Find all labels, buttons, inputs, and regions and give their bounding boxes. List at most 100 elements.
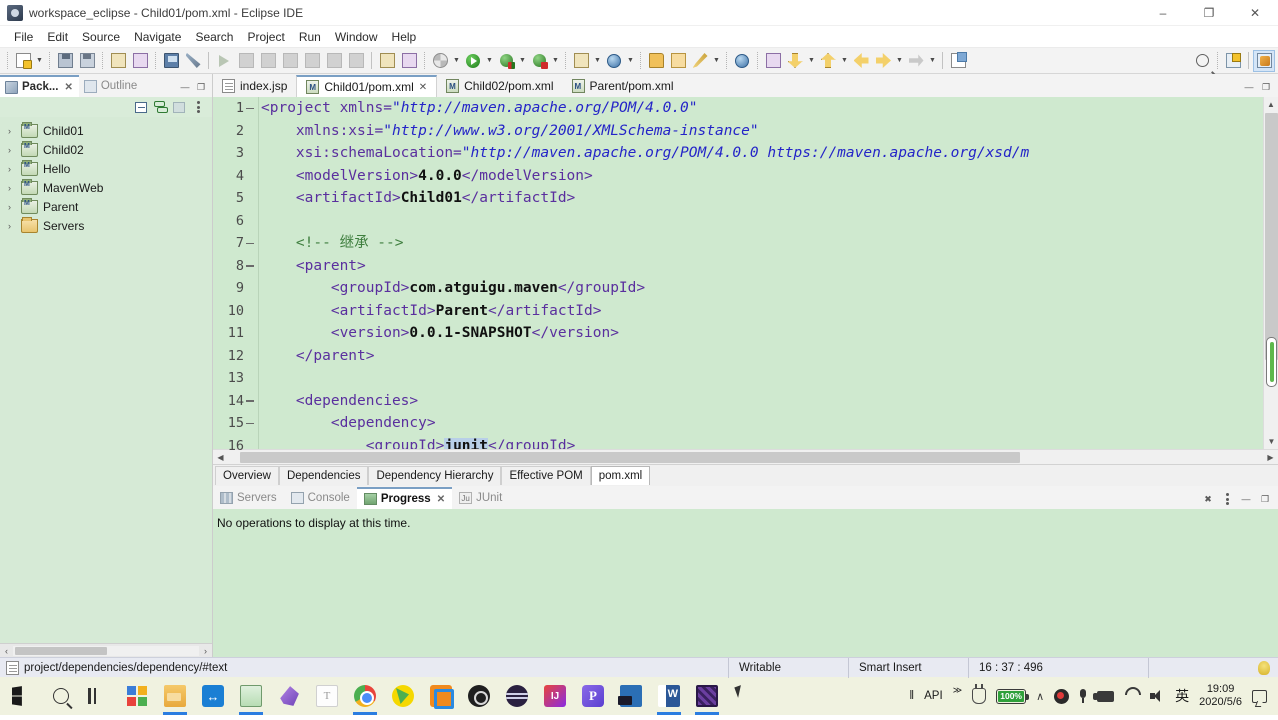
expand-arrow-icon[interactable]: › [8, 221, 21, 231]
open-console-button[interactable] [160, 50, 182, 72]
microphone-icon[interactable] [1074, 677, 1092, 715]
tab-progress[interactable]: Progress ✕ [356, 487, 453, 509]
wrench-button[interactable] [182, 50, 204, 72]
back-button[interactable] [872, 50, 894, 72]
fold-toggle-icon[interactable] [246, 419, 255, 428]
cancel-all-icon[interactable]: ✖ [1201, 492, 1215, 506]
fold-toggle-icon[interactable] [246, 239, 255, 248]
open-folder-button[interactable] [667, 50, 689, 72]
collapse-all-icon[interactable] [133, 99, 149, 115]
open-perspective-button[interactable] [1222, 50, 1244, 72]
tree-item-mavenweb[interactable]: › MavenWeb [0, 178, 212, 197]
close-icon[interactable]: ✕ [437, 494, 445, 505]
tab-junit[interactable]: Ju JUnit [452, 487, 509, 509]
view-options-icon[interactable] [190, 99, 206, 115]
edit-dropdown-arrow[interactable]: ▼ [711, 50, 722, 72]
scrollbar-track[interactable] [228, 450, 1263, 464]
expand-arrow-icon[interactable]: › [8, 202, 21, 212]
scrollbar-thumb[interactable] [240, 451, 1020, 463]
tray-overflow-icon[interactable]: ≫ [948, 677, 967, 715]
menu-project[interactable]: Project [240, 28, 291, 46]
forward-history-arrow[interactable]: ▼ [927, 50, 938, 72]
link-with-editor-icon[interactable] [152, 99, 168, 115]
volume-icon[interactable] [1145, 677, 1170, 715]
maximize-icon[interactable]: ❐ [194, 80, 208, 94]
open-perspective-dialog-button[interactable] [947, 50, 969, 72]
intellij-idea-button[interactable]: IJ [536, 677, 574, 715]
open-type-button[interactable] [762, 50, 784, 72]
menu-search[interactable]: Search [188, 28, 240, 46]
save-all-button[interactable] [76, 50, 98, 72]
toolbar-icon-gray2[interactable] [257, 50, 279, 72]
search-scoped-button[interactable] [603, 50, 625, 72]
maximize-button[interactable]: ❐ [1186, 0, 1232, 26]
minimize-icon[interactable]: — [178, 80, 192, 94]
debug-dropdown-arrow[interactable]: ▼ [517, 50, 528, 72]
tree-item-hello[interactable]: › Hello [0, 159, 212, 178]
toolbar-icon-gray5[interactable] [323, 50, 345, 72]
search-button[interactable] [42, 677, 80, 715]
pycharm-button[interactable]: P [574, 677, 612, 715]
editor-vertical-scrollbar[interactable]: ▲ ▼ [1263, 97, 1278, 449]
virtualbox-button[interactable] [612, 677, 650, 715]
view-menu-icon[interactable] [1220, 492, 1234, 506]
power-plug-icon[interactable] [967, 677, 991, 715]
tree-item-child01[interactable]: › Child01 [0, 121, 212, 140]
fold-toggle-icon[interactable] [246, 261, 255, 270]
navicat-button[interactable] [498, 677, 536, 715]
toolbar-icon-gray3[interactable] [279, 50, 301, 72]
new-dropdown-arrow[interactable]: ▼ [34, 50, 45, 72]
forward-button[interactable] [850, 50, 872, 72]
tree-item-parent[interactable]: › Parent [0, 197, 212, 216]
new-java-arrow[interactable]: ▼ [592, 50, 603, 72]
overview-ruler-marker[interactable] [1266, 337, 1277, 387]
tab-outline[interactable]: Outline [79, 75, 143, 97]
next-member-arrow[interactable]: ▼ [806, 50, 817, 72]
next-annotation-button[interactable] [376, 50, 398, 72]
camera-icon[interactable] [1092, 677, 1119, 715]
back-dropdown-arrow[interactable]: ▼ [894, 50, 905, 72]
package-explorer-horizontal-scrollbar[interactable]: ‹ › [0, 643, 212, 657]
external-tools-arrow[interactable]: ▼ [451, 50, 462, 72]
pom-tab-pom-xml[interactable]: pom.xml [590, 466, 651, 485]
editor-horizontal-scrollbar[interactable]: ◀ ▶ [213, 449, 1278, 464]
editor-tab-index-jsp[interactable]: index.jsp [213, 75, 296, 97]
tray-api-label[interactable]: API [919, 677, 948, 715]
chrome-button[interactable] [346, 677, 384, 715]
tab-console[interactable]: Console [284, 487, 357, 509]
coverage-button[interactable] [528, 50, 550, 72]
ime-indicator[interactable]: 英 [1170, 677, 1194, 715]
close-button[interactable]: ✕ [1232, 0, 1278, 26]
menu-navigate[interactable]: Navigate [127, 28, 188, 46]
expand-arrow-icon[interactable]: › [8, 126, 21, 136]
dolphin-button[interactable] [270, 677, 308, 715]
teamviewer-button[interactable] [194, 677, 232, 715]
fold-toggle-icon[interactable] [246, 396, 255, 405]
new-java-project-button[interactable] [570, 50, 592, 72]
menu-file[interactable]: File [7, 28, 40, 46]
recording-icon[interactable] [1049, 677, 1074, 715]
coverage-dropdown-arrow[interactable]: ▼ [550, 50, 561, 72]
menu-source[interactable]: Source [75, 28, 127, 46]
quick-fix-bulb-icon[interactable] [1258, 660, 1270, 675]
scroll-down-icon[interactable]: ▼ [1264, 434, 1278, 449]
previous-annotation-button[interactable] [398, 50, 420, 72]
word-button[interactable] [650, 677, 688, 715]
scrollbar-track[interactable] [13, 645, 199, 656]
menu-help[interactable]: Help [385, 28, 424, 46]
microsoft-store-button[interactable] [118, 677, 156, 715]
search-scoped-arrow[interactable]: ▼ [625, 50, 636, 72]
minimize-icon[interactable]: — [1239, 492, 1253, 506]
new-button[interactable] [12, 50, 34, 72]
tree-item-servers[interactable]: › Servers [0, 216, 212, 235]
quick-access-search-icon[interactable] [1191, 50, 1213, 72]
obs-button[interactable] [460, 677, 498, 715]
toolbar-icon-gray[interactable] [235, 50, 257, 72]
tree-item-child02[interactable]: › Child02 [0, 140, 212, 159]
menu-run[interactable]: Run [292, 28, 328, 46]
pom-tab-effective-pom[interactable]: Effective POM [501, 466, 591, 485]
debug-button[interactable] [495, 50, 517, 72]
clock[interactable]: 19:09 2020/5/6 [1194, 677, 1247, 715]
previous-member-arrow[interactable]: ▼ [839, 50, 850, 72]
editor-tab-parent-pom[interactable]: Parent/pom.xml [563, 75, 683, 97]
